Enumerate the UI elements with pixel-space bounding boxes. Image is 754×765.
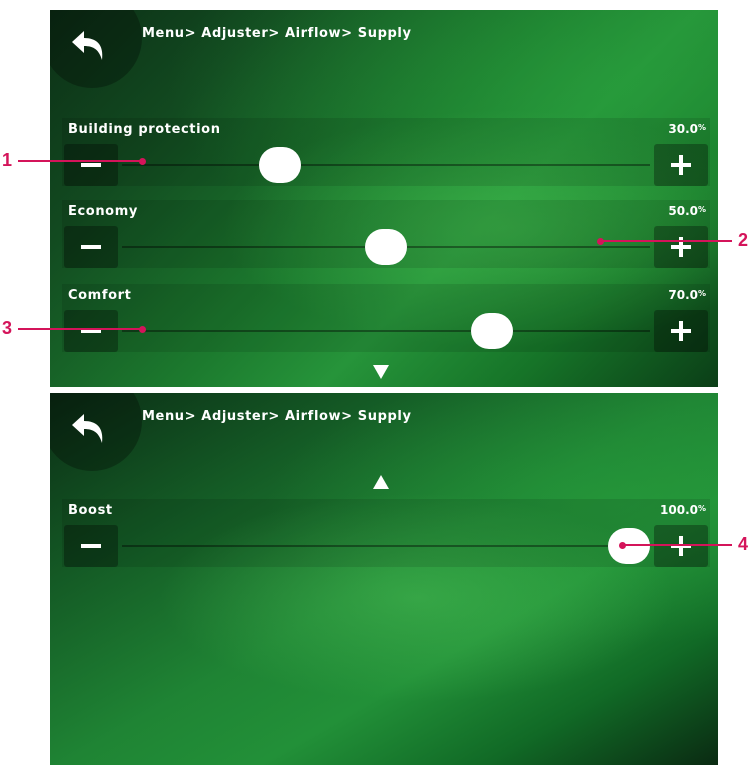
setting-row-building-protection: Building protection 30.0% (62, 118, 710, 186)
setting-label: Economy (68, 204, 138, 219)
callout-line (18, 328, 142, 330)
setting-value: 70.0% (668, 288, 706, 302)
increase-button[interactable] (654, 144, 708, 186)
setting-label: Comfort (68, 288, 132, 303)
breadcrumb: Menu> Adjuster> Airflow> Supply (142, 26, 412, 41)
slider-knob[interactable] (259, 147, 302, 183)
screen-2: Menu> Adjuster> Airflow> Supply Boost 10… (50, 393, 718, 765)
callout-dot (138, 325, 146, 333)
increase-button[interactable] (654, 525, 708, 567)
setting-row-boost: Boost 100.0% (62, 499, 710, 567)
callout-dot (138, 157, 146, 165)
callout-label: 2 (738, 230, 749, 250)
minus-icon (81, 163, 101, 167)
decrease-button[interactable] (64, 525, 118, 567)
back-button[interactable] (50, 393, 142, 471)
setting-label: Boost (68, 503, 113, 518)
setting-value: 100.0% (660, 503, 706, 517)
setting-row-comfort: Comfort 70.0% (62, 284, 710, 352)
callout-line (18, 160, 142, 162)
slider-knob[interactable] (470, 313, 513, 349)
minus-icon (81, 245, 101, 249)
decrease-button[interactable] (64, 226, 118, 268)
decrease-button[interactable] (64, 310, 118, 352)
increase-button[interactable] (654, 310, 708, 352)
callout-line (622, 544, 732, 546)
callout-label: 3 (2, 318, 13, 338)
slider-knob[interactable] (608, 528, 650, 564)
callout-label: 1 (2, 150, 13, 170)
screen-1: Menu> Adjuster> Airflow> Supply Building… (50, 10, 718, 387)
setting-label: Building protection (68, 122, 221, 137)
slider-track[interactable] (122, 147, 650, 183)
slider-track[interactable] (122, 229, 650, 265)
decrease-button[interactable] (64, 144, 118, 186)
slider-track[interactable] (122, 313, 650, 349)
back-button[interactable] (50, 10, 142, 88)
callout-dot (618, 541, 626, 549)
back-arrow-icon (72, 31, 103, 60)
increase-button[interactable] (654, 226, 708, 268)
callout-dot (596, 237, 604, 245)
slider-track[interactable] (122, 528, 650, 564)
setting-value: 50.0% (668, 204, 706, 218)
breadcrumb: Menu> Adjuster> Airflow> Supply (142, 409, 412, 424)
back-arrow-icon (72, 414, 103, 443)
slider-knob[interactable] (365, 229, 407, 265)
triangle-up-icon[interactable] (373, 475, 389, 489)
minus-icon (81, 544, 101, 548)
setting-row-economy: Economy 50.0% (62, 200, 710, 268)
triangle-down-icon[interactable] (373, 365, 389, 379)
callout-label: 4 (738, 534, 749, 554)
setting-value: 30.0% (668, 122, 706, 136)
callout-line (598, 240, 732, 242)
